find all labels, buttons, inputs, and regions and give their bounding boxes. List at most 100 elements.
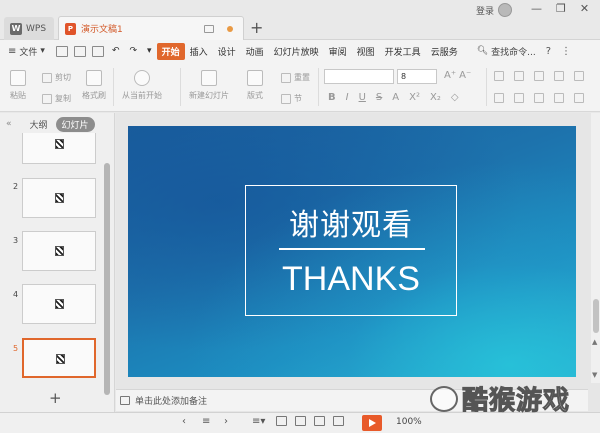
- print-icon[interactable]: [91, 45, 104, 57]
- align-center-button[interactable]: [514, 93, 524, 103]
- panel-tabs: « 大纲 幻灯片: [0, 113, 115, 135]
- tab-outline[interactable]: 大纲: [30, 118, 48, 131]
- collapse-panel-button[interactable]: «: [6, 119, 12, 129]
- font-shrink-button[interactable]: A⁻: [459, 70, 471, 81]
- slide-editor: 谢谢观看 THANKS ▲ ▼: [116, 113, 600, 413]
- zoom-level[interactable]: 100%: [396, 417, 422, 427]
- layout-button[interactable]: 版式: [247, 70, 263, 101]
- font-size-select[interactable]: 8: [397, 69, 437, 84]
- slide-sorter-icon[interactable]: [295, 416, 306, 429]
- notes-toggle-icon[interactable]: ≡▾: [252, 416, 265, 427]
- subscript-button[interactable]: X₂: [430, 92, 441, 103]
- tab-cloud[interactable]: 云服务: [426, 45, 463, 58]
- slide-thumbnail-2[interactable]: [22, 178, 96, 218]
- clear-format-button[interactable]: ◇: [451, 92, 459, 103]
- restore-button[interactable]: ❐: [556, 2, 566, 15]
- close-button[interactable]: ✕: [580, 2, 589, 15]
- text-format-group: B I U S A X² X₂ ◇: [328, 92, 459, 103]
- file-menu-label: 文件: [19, 47, 38, 58]
- more-options-button[interactable]: ⋮: [561, 46, 571, 57]
- tab-animation[interactable]: 动画: [241, 45, 269, 58]
- prev-slide-arrow-icon[interactable]: ▲: [592, 338, 597, 346]
- copy-button[interactable]: 复制: [42, 93, 71, 104]
- save-icon[interactable]: [55, 45, 68, 57]
- cut-button[interactable]: 剪切: [42, 72, 71, 83]
- line-spacing-button[interactable]: [574, 71, 584, 81]
- align-right-button[interactable]: [534, 93, 544, 103]
- tab-home[interactable]: 开始: [156, 42, 185, 60]
- font-grow-shrink: A⁺ A⁻: [444, 70, 471, 81]
- indent-increase-button[interactable]: [554, 71, 564, 81]
- slide-title-zh[interactable]: 谢谢观看: [245, 200, 457, 244]
- layout-label: 版式: [247, 91, 263, 100]
- paste-button[interactable]: 粘贴: [10, 70, 26, 101]
- tab-slides[interactable]: 幻灯片: [55, 116, 95, 132]
- slide-thumbnail-1[interactable]: [22, 133, 96, 164]
- play-slideshow-button[interactable]: [362, 415, 382, 431]
- next-page-icon[interactable]: ›: [224, 416, 228, 427]
- superscript-button[interactable]: X²: [409, 92, 420, 103]
- panel-scrollbar[interactable]: [104, 163, 110, 395]
- slide-title-en[interactable]: THANKS: [245, 260, 457, 299]
- font-grow-button[interactable]: A⁺: [444, 70, 456, 81]
- slide-thumbnail-5[interactable]: [22, 338, 96, 378]
- strikethrough-button[interactable]: S: [376, 92, 382, 103]
- export-pdf-icon[interactable]: [73, 45, 86, 57]
- distribute-button[interactable]: [574, 93, 584, 103]
- monitor-icon[interactable]: [204, 24, 214, 33]
- editor-scrollbar[interactable]: ▲ ▼: [591, 113, 600, 383]
- slide-thumbnail-3[interactable]: [22, 231, 96, 271]
- bold-button[interactable]: B: [328, 92, 336, 103]
- tab-review[interactable]: 审阅: [324, 45, 352, 58]
- ribbon-divider: [113, 68, 114, 106]
- reading-view-icon[interactable]: [314, 416, 325, 429]
- section-button[interactable]: 节: [281, 93, 302, 104]
- sequence-icon[interactable]: ≡: [202, 416, 210, 427]
- login-area[interactable]: 登录: [476, 3, 513, 17]
- slide-thumbnail-4[interactable]: [22, 284, 96, 324]
- next-slide-arrow-icon[interactable]: ▼: [592, 371, 597, 379]
- prev-page-icon[interactable]: ‹: [182, 416, 186, 427]
- minimize-button[interactable]: —: [531, 2, 542, 15]
- new-slide-button[interactable]: 新建幻灯片: [189, 70, 229, 101]
- unsaved-dot-icon[interactable]: [227, 25, 233, 32]
- undo-icon[interactable]: ↶: [107, 46, 125, 56]
- tab-view[interactable]: 视图: [352, 45, 380, 58]
- justify-button[interactable]: [554, 93, 564, 103]
- tab-slideshow[interactable]: 幻灯片放映: [269, 45, 324, 58]
- reset-button[interactable]: 重置: [281, 72, 310, 83]
- font-name-select[interactable]: [324, 69, 394, 84]
- tab-insert[interactable]: 插入: [185, 45, 213, 58]
- align-center-icon: [514, 93, 524, 103]
- file-menu[interactable]: ≡ 文件 ▾: [8, 45, 53, 58]
- italic-button[interactable]: I: [346, 92, 349, 103]
- underline-button[interactable]: U: [359, 92, 366, 103]
- play-from-current-button[interactable]: 从当前开始: [122, 70, 162, 101]
- presenter-view-icon[interactable]: [333, 416, 344, 429]
- copy-label: 复制: [55, 94, 71, 103]
- list-bullets-button[interactable]: [494, 71, 504, 81]
- format-painter-button[interactable]: 格式刷: [82, 70, 106, 101]
- slide-number: 4: [13, 290, 19, 299]
- tab-design[interactable]: 设计: [213, 45, 241, 58]
- paste-label: 粘贴: [10, 91, 26, 100]
- tab-developer[interactable]: 开发工具: [380, 45, 426, 58]
- align-left-button[interactable]: [494, 93, 504, 103]
- quick-access-more-icon[interactable]: ▾: [142, 46, 157, 56]
- new-tab-button[interactable]: +: [250, 18, 263, 37]
- command-search[interactable]: 🔍︎ 查找命令...: [477, 45, 536, 58]
- text-shadow-button[interactable]: A: [392, 92, 399, 103]
- redo-icon[interactable]: ↷: [124, 46, 142, 56]
- help-button[interactable]: ?: [546, 46, 551, 57]
- window-controls: — ❐ ✕: [531, 2, 589, 15]
- scroll-thumb[interactable]: [593, 299, 599, 333]
- menu-bar: ≡ 文件 ▾ ↶ ↷ ▾ 开始 插入 设计 动画 幻灯片放映 审阅 视图 开发工…: [0, 40, 600, 62]
- normal-view-icon[interactable]: [276, 416, 287, 429]
- add-slide-button[interactable]: +: [49, 389, 62, 407]
- indent-decrease-button[interactable]: [534, 71, 544, 81]
- tab-document[interactable]: P 演示文稿1: [58, 16, 244, 40]
- new-slide-icon: [201, 70, 217, 86]
- list-numbers-button[interactable]: [514, 71, 524, 81]
- slide-canvas[interactable]: 谢谢观看 THANKS: [128, 126, 576, 377]
- tab-wps-home[interactable]: W WPS: [4, 17, 54, 40]
